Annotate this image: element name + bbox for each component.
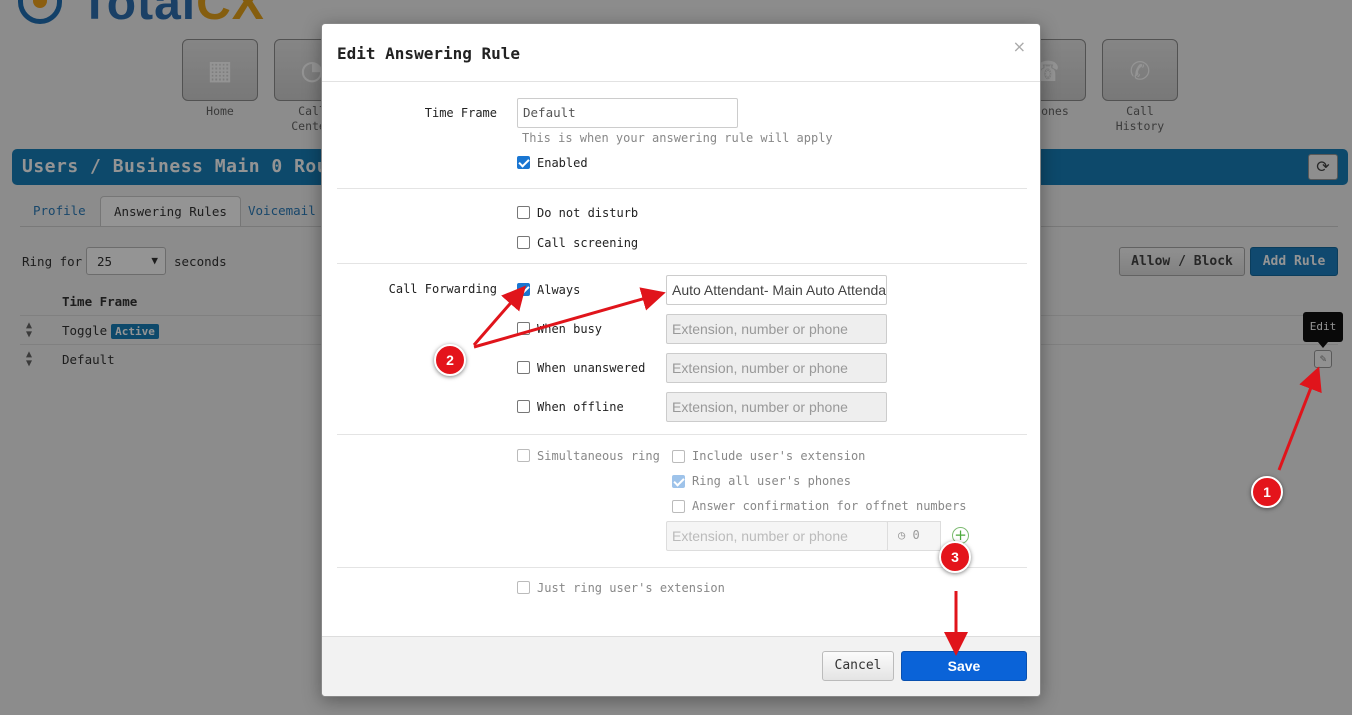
- simultaneous-number-field[interactable]: Extension, number or phone: [666, 521, 888, 551]
- call-screening-label: Call screening: [537, 236, 639, 250]
- divider: [337, 567, 1027, 568]
- ring-delay-field[interactable]: ◷ 0: [887, 521, 941, 551]
- do-not-disturb-checkbox[interactable]: [517, 206, 530, 219]
- answer-confirmation-label: Answer confirmation for offnet numbers: [692, 499, 967, 513]
- ring-all-phones-checkbox[interactable]: [672, 475, 685, 488]
- just-ring-extension-checkbox[interactable]: [517, 581, 530, 594]
- modal-title: Edit Answering Rule: [337, 44, 521, 63]
- forward-busy-label: When busy: [537, 322, 603, 336]
- do-not-disturb-label: Do not disturb: [537, 206, 639, 220]
- call-screening-checkbox[interactable]: [517, 236, 530, 249]
- forward-unanswered-label: When unanswered: [537, 361, 646, 375]
- cancel-button[interactable]: Cancel: [822, 651, 894, 681]
- forward-always-checkbox[interactable]: [517, 283, 530, 296]
- time-frame-field[interactable]: Default: [517, 98, 738, 128]
- modal-footer: Cancel Save: [322, 636, 1040, 696]
- forward-offline-field[interactable]: Extension, number or phone: [666, 392, 887, 422]
- include-extension-checkbox[interactable]: [672, 450, 685, 463]
- divider: [337, 263, 1027, 264]
- ring-all-phones-label: Ring all user's phones: [692, 474, 851, 488]
- just-ring-extension-label: Just ring user's extension: [537, 581, 725, 595]
- time-frame-label: Time Frame: [424, 106, 497, 120]
- enabled-checkbox[interactable]: [517, 156, 530, 169]
- simultaneous-ring-label: Simultaneous ring: [537, 449, 660, 463]
- annotation-marker-3: 3: [939, 541, 971, 573]
- ring-delay-value: 0: [912, 528, 920, 542]
- annotation-marker-1: 1: [1251, 476, 1283, 508]
- simultaneous-ring-checkbox[interactable]: [517, 449, 530, 462]
- annotation-marker-2: 2: [434, 344, 466, 376]
- divider: [337, 434, 1027, 435]
- forward-offline-label: When offline: [537, 400, 624, 414]
- forward-always-field[interactable]: Auto Attendant- Main Auto Attendant: [666, 275, 887, 305]
- call-forwarding-label: Call Forwarding: [388, 282, 497, 296]
- forward-busy-field[interactable]: Extension, number or phone: [666, 314, 887, 344]
- enabled-label: Enabled: [537, 156, 588, 170]
- clock-icon: ◷: [898, 528, 906, 542]
- time-frame-help: This is when your answering rule will ap…: [522, 131, 833, 145]
- include-extension-label: Include user's extension: [692, 449, 866, 463]
- forward-always-label: Always: [537, 283, 581, 297]
- edit-answering-rule-modal: Edit Answering Rule × Time Frame Default…: [321, 23, 1041, 697]
- forward-busy-checkbox[interactable]: [517, 322, 530, 335]
- forward-unanswered-field[interactable]: Extension, number or phone: [666, 353, 887, 383]
- forward-unanswered-checkbox[interactable]: [517, 361, 530, 374]
- save-button[interactable]: Save: [901, 651, 1027, 681]
- close-icon[interactable]: ×: [1013, 37, 1026, 56]
- divider: [337, 188, 1027, 189]
- answer-confirmation-checkbox[interactable]: [672, 500, 685, 513]
- forward-offline-checkbox[interactable]: [517, 400, 530, 413]
